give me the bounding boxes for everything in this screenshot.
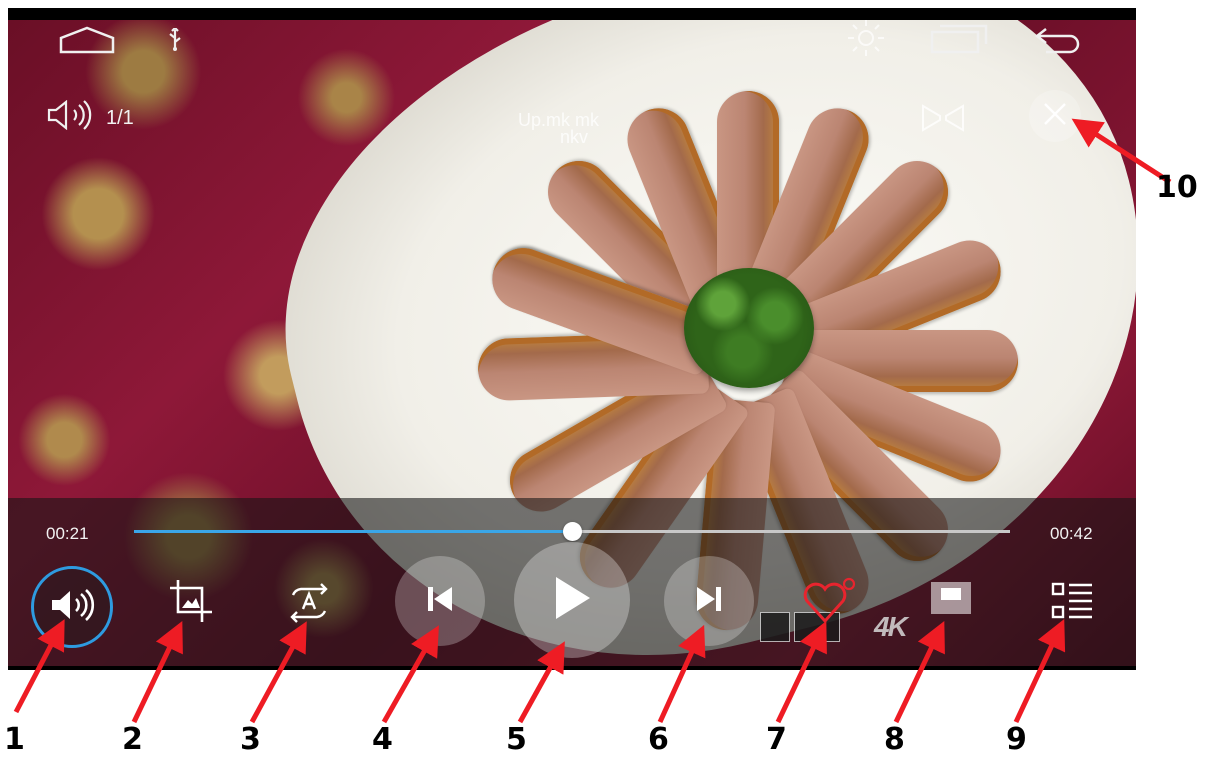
progress-bar[interactable] xyxy=(134,522,1010,541)
crop-icon xyxy=(168,578,214,629)
play-icon xyxy=(552,575,592,626)
next-button[interactable] xyxy=(664,556,754,646)
playlist-icon xyxy=(1050,581,1094,626)
watermark-logo-left xyxy=(760,612,790,642)
back-icon[interactable] xyxy=(1034,26,1084,54)
callout-label-9: 9 xyxy=(1006,722,1027,757)
callout-label-7: 7 xyxy=(766,722,787,757)
crop-button[interactable] xyxy=(166,578,216,628)
callout-label-4: 4 xyxy=(372,722,393,757)
track-info: 1/1 xyxy=(46,99,134,136)
skip-previous-icon xyxy=(425,584,455,619)
aspect-ratio-icon[interactable] xyxy=(920,103,966,133)
time-total: 00:42 xyxy=(1050,524,1093,543)
callout-label-8: 8 xyxy=(884,722,905,757)
home-icon[interactable] xyxy=(58,26,116,54)
previous-button[interactable] xyxy=(395,556,485,646)
screen-mode-button[interactable] xyxy=(926,580,976,620)
video-parsley xyxy=(684,268,814,388)
time-elapsed: 00:21 xyxy=(46,524,89,543)
volume-button[interactable] xyxy=(31,566,113,648)
skip-next-icon xyxy=(694,584,724,619)
audio-track-icon[interactable] xyxy=(46,99,100,136)
callout-label-5: 5 xyxy=(506,722,527,757)
video-filename: Up.mk mk nkv xyxy=(518,111,638,147)
filename-line-2: nkv xyxy=(560,127,589,147)
recent-apps-icon[interactable] xyxy=(930,24,988,54)
callout-label-6: 6 xyxy=(648,722,669,757)
track-counter: 1/1 xyxy=(106,106,134,129)
watermark-text: 4K xyxy=(874,611,908,642)
screen-mode-icon xyxy=(929,580,973,621)
heart-icon xyxy=(803,577,857,630)
play-button[interactable] xyxy=(514,542,630,658)
volume-icon xyxy=(48,588,96,627)
playlist-button[interactable] xyxy=(1048,582,1096,624)
repeat-ab-icon xyxy=(285,581,333,630)
close-icon xyxy=(1042,101,1068,132)
usb-icon xyxy=(166,28,184,52)
close-button[interactable] xyxy=(1029,90,1081,142)
callout-label-1: 1 xyxy=(4,722,25,757)
progress-fill xyxy=(134,530,572,533)
callout-label-3: 3 xyxy=(240,722,261,757)
callout-label-10: 10 xyxy=(1156,170,1198,205)
repeat-ab-button[interactable] xyxy=(284,580,334,630)
video-player-screen: 1/1 Up.mk mk nkv 00:21 00:42 4K xyxy=(8,8,1136,670)
favorite-button[interactable] xyxy=(803,577,857,630)
progress-knob[interactable] xyxy=(563,522,582,541)
callout-label-2: 2 xyxy=(122,722,143,757)
brightness-icon[interactable] xyxy=(846,18,886,58)
